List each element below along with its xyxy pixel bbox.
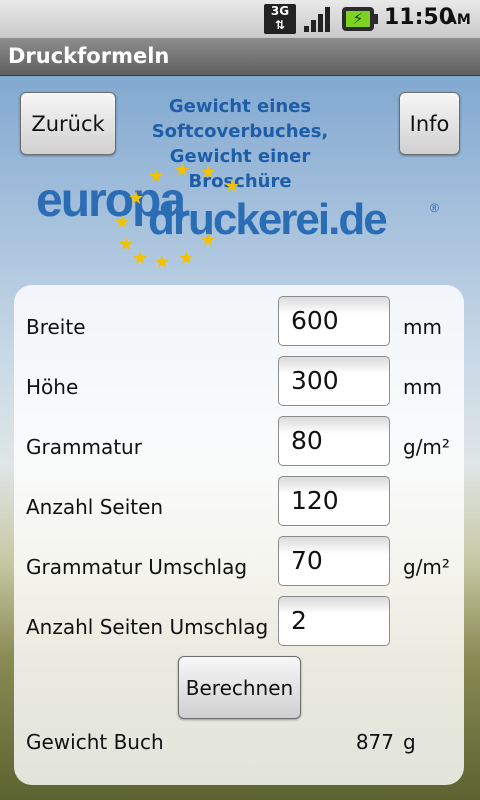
svg-text:★: ★ [114, 212, 130, 233]
europadruckerei-logo: europa druckerei.de ® ★ ★ ★ ★★★ ★★ ★ ★★ [36, 164, 439, 268]
svg-text:★: ★ [132, 248, 148, 268]
network-type: 3G [270, 4, 290, 18]
app-title: Druckformeln [8, 44, 170, 68]
result-value: 877 [355, 730, 394, 754]
label-breite: Breite [26, 315, 86, 339]
result-unit: g [403, 730, 416, 754]
label-hoehe: Höhe [26, 375, 79, 399]
app-title-bar: Druckformeln [0, 38, 480, 76]
anzahl-seiten-umschlag-input[interactable]: 2 [278, 596, 390, 646]
calculate-button[interactable]: Berechnen [178, 656, 301, 719]
signal-icon [304, 7, 330, 32]
svg-text:★: ★ [128, 188, 144, 209]
label-anzahl-seiten: Anzahl Seiten [26, 495, 164, 519]
svg-text:★: ★ [154, 252, 170, 268]
anzahl-seiten-input[interactable]: 120 [278, 476, 390, 526]
unit-grammatur-umschlag: g/m² [403, 555, 450, 579]
svg-text:★: ★ [174, 164, 190, 181]
svg-text:★: ★ [200, 230, 216, 251]
clock-ampm: AM [446, 12, 471, 28]
back-button[interactable]: Zurück [20, 92, 116, 155]
breite-input[interactable]: 600 [278, 296, 390, 346]
logo-text-bottom: druckerei.de [148, 195, 386, 244]
result-label: Gewicht Buch [26, 730, 164, 754]
unit-breite: mm [403, 315, 442, 339]
grammatur-input[interactable]: 80 [278, 416, 390, 466]
unit-hoehe: mm [403, 375, 442, 399]
svg-text:★: ★ [178, 248, 194, 268]
grammatur-umschlag-input[interactable]: 70 [278, 536, 390, 586]
label-grammatur-umschlag: Grammatur Umschlag [26, 555, 248, 579]
unit-grammatur: g/m² [403, 435, 450, 459]
svg-text:★: ★ [148, 166, 164, 187]
status-bar: 3G ⇅ ⚡ 11:50 AM [0, 0, 480, 38]
logo-registered-mark: ® [430, 201, 439, 215]
3g-data-icon: 3G ⇅ [264, 4, 296, 34]
svg-text:★: ★ [224, 176, 240, 197]
info-button[interactable]: Info [399, 92, 460, 155]
battery-charging-icon: ⚡ [342, 7, 378, 31]
hoehe-input[interactable]: 300 [278, 356, 390, 406]
label-grammatur: Grammatur [26, 435, 142, 459]
svg-text:★: ★ [200, 164, 216, 183]
clock-time: 11:50 [384, 5, 455, 30]
label-anzahl-seiten-umschlag: Anzahl Seiten Umschlag [26, 615, 269, 639]
